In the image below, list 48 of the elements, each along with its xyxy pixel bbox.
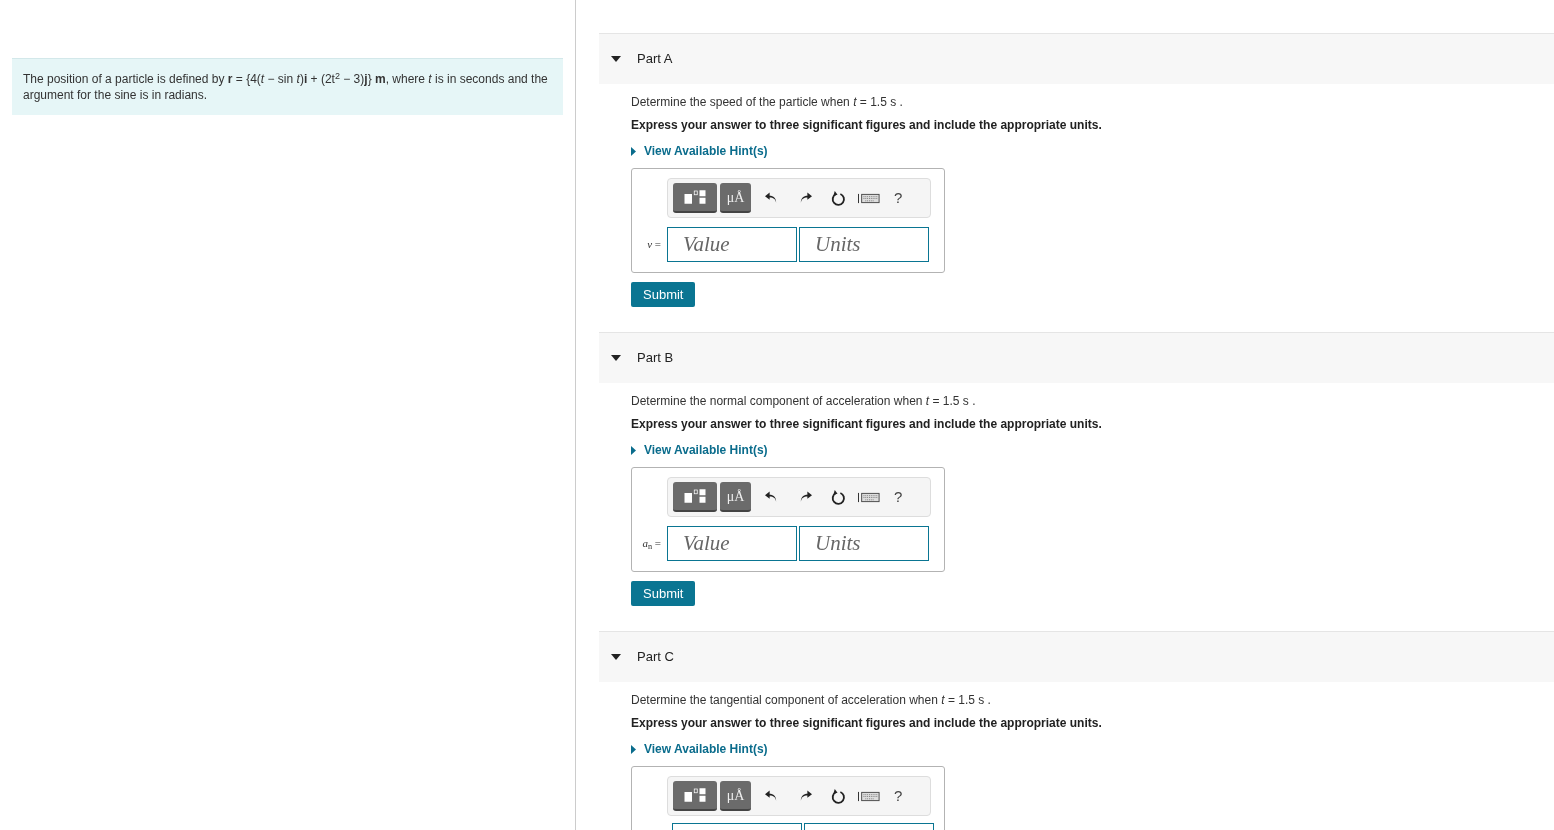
templates-button[interactable]: [673, 183, 717, 213]
view-hints-link[interactable]: View Available Hint(s): [644, 441, 768, 459]
templates-button[interactable]: [673, 781, 717, 811]
value-field[interactable]: Value: [667, 227, 797, 262]
reset-icon[interactable]: [831, 788, 846, 804]
redo-icon[interactable]: [799, 192, 812, 204]
collapse-caret-icon[interactable]: [611, 654, 621, 660]
instruction-text: Express your answer to three significant figures and include the appropriate units.: [631, 416, 1103, 432]
expand-triangle-icon: [631, 744, 636, 754]
part-title: Part C: [637, 648, 674, 667]
redo-icon[interactable]: [799, 491, 812, 503]
help-button[interactable]: ?: [894, 186, 903, 210]
units-field[interactable]: Units: [799, 526, 929, 561]
units-button[interactable]: μÅ: [720, 183, 751, 213]
keyboard-icon[interactable]: [858, 192, 880, 204]
value-field[interactable]: Value: [667, 526, 797, 561]
submit-button[interactable]: Submit: [631, 581, 696, 606]
submit-button[interactable]: Submit: [631, 282, 696, 307]
reset-icon[interactable]: [831, 190, 846, 206]
question-text: Determine the speed of the particle when t = 1.5 s .: [631, 94, 904, 110]
units-button[interactable]: μÅ: [720, 482, 751, 512]
reset-icon[interactable]: [831, 489, 846, 505]
units-field[interactable]: Units: [799, 227, 929, 262]
templates-button[interactable]: [673, 482, 717, 512]
collapse-caret-icon[interactable]: [611, 56, 621, 62]
expand-triangle-icon: [631, 445, 636, 455]
keyboard-icon[interactable]: [858, 790, 880, 802]
undo-icon[interactable]: [765, 491, 778, 503]
question-text: Determine the normal component of acceleration when t = 1.5 s .: [631, 393, 977, 409]
view-hints-link[interactable]: View Available Hint(s): [644, 142, 768, 160]
problem-statement: The position of a particle is defined by r = {4(t − sin t)i + (2t$^{2}$ − 3)j} m, where t is in seconds and the argument for the sine is in radians.: [12, 58, 563, 115]
question-text: Determine the tangential component of acceleration when t = 1.5 s .: [631, 692, 992, 708]
view-hints-link[interactable]: View Available Hint(s): [644, 740, 768, 758]
part-title: Part B: [637, 349, 674, 368]
instruction-text: Express your answer to three significant figures and include the appropriate units.: [631, 117, 1103, 133]
expand-triangle-icon: [631, 146, 636, 156]
instruction-text: Express your answer to three significant figures and include the appropriate units.: [631, 715, 1103, 731]
part-title: Part A: [637, 50, 673, 69]
undo-icon[interactable]: [765, 192, 778, 204]
undo-icon[interactable]: [765, 790, 778, 802]
redo-icon[interactable]: [799, 790, 812, 802]
units-button[interactable]: μÅ: [720, 781, 751, 811]
help-button[interactable]: ?: [894, 485, 903, 509]
keyboard-icon[interactable]: [858, 491, 880, 503]
variable-label: v =: [646, 237, 662, 253]
help-button[interactable]: ?: [894, 784, 903, 808]
variable-label: a$_{n}$ =: [641, 536, 662, 552]
collapse-caret-icon[interactable]: [611, 355, 621, 361]
